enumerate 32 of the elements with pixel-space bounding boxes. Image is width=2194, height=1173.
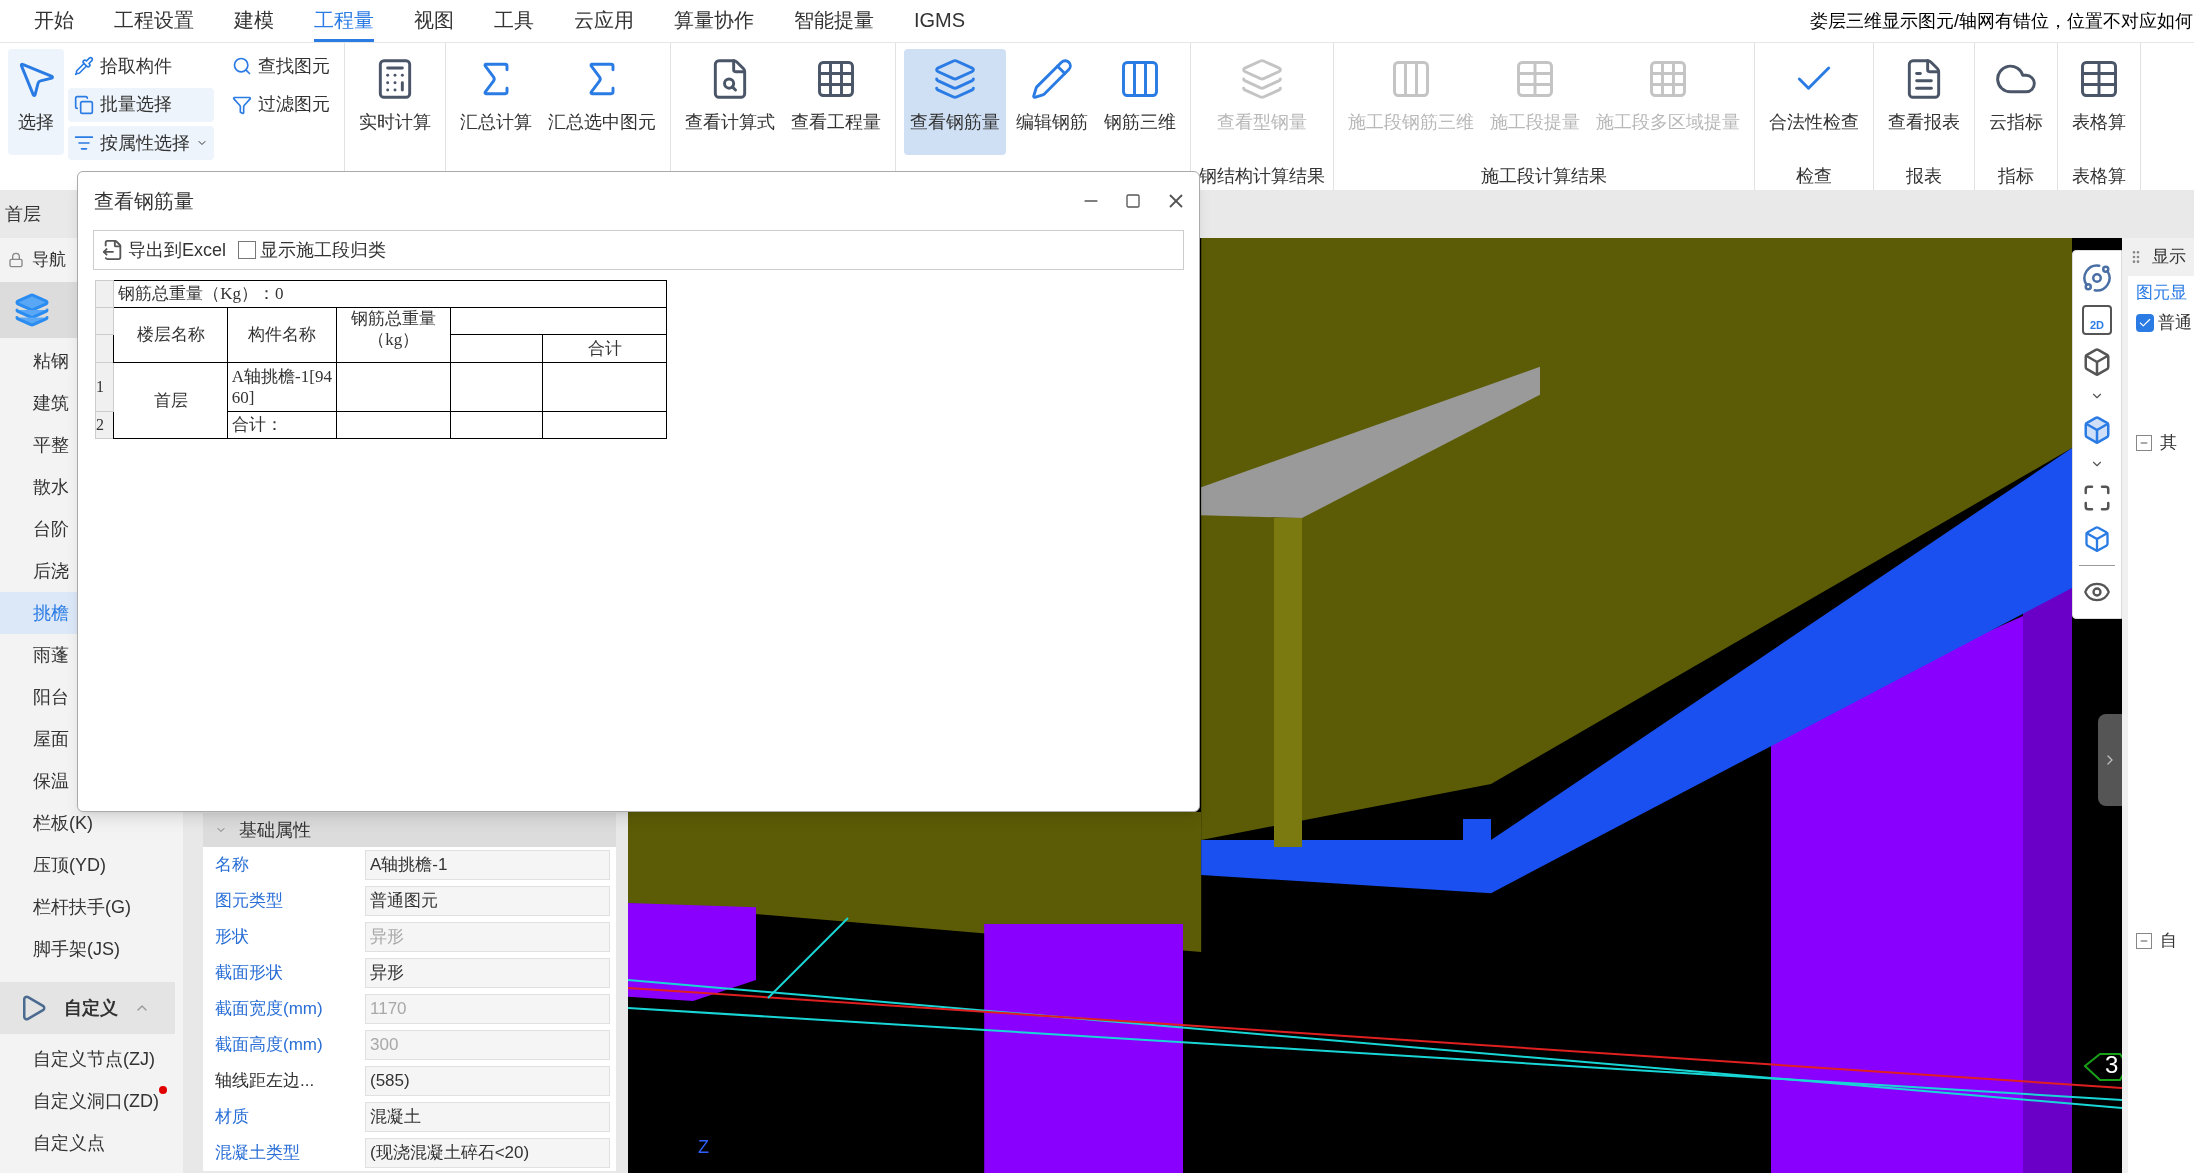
table-header: 构件名称	[227, 307, 337, 363]
group-label: 检查	[1796, 165, 1832, 188]
row-number: 2	[95, 411, 114, 439]
property-label: 混凝土类型	[215, 1142, 301, 1165]
group-label: 钢结构计算结果	[1199, 165, 1325, 188]
table-header: 钢筋总重量（kg）	[336, 307, 451, 363]
group-label: 报表	[1906, 165, 1942, 188]
panel-title: 导航	[32, 249, 66, 272]
property-label: 名称	[215, 854, 250, 877]
section-title: 基础属性	[239, 818, 311, 842]
table-cell: A轴挑檐-1[9460]	[227, 362, 337, 412]
property-label: 截面宽度(mm)	[215, 998, 324, 1021]
table-cell: 钢筋总重量（Kg）：0	[113, 280, 667, 308]
dialog-title: 查看钢筋量	[94, 189, 195, 214]
table-header: 合计	[542, 334, 667, 363]
grid-axis-label: 3	[2105, 1053, 2119, 1077]
property-label: 截面高度(mm)	[215, 1034, 324, 1057]
row-number: 1	[95, 362, 114, 412]
group-label: 指标	[1998, 165, 2034, 188]
property-label: 截面形状	[215, 962, 284, 985]
group-label: 施工段计算结果	[1481, 165, 1607, 188]
checkbox-label: 显示施工段归类	[260, 238, 386, 262]
table-cell: 合计：	[227, 411, 337, 439]
property-label: 材质	[215, 1106, 250, 1129]
property-label: 形状	[215, 926, 250, 949]
group-label: 表格算	[2072, 165, 2126, 188]
property-label: 轴线距左边...	[215, 1070, 316, 1093]
checkbox-label: 普通	[2158, 311, 2192, 334]
floor-label: 首层	[5, 202, 41, 226]
panel-title: 显示	[2152, 246, 2186, 269]
property-label: 图元类型	[215, 890, 284, 913]
axis-label: Z	[698, 1138, 709, 1156]
